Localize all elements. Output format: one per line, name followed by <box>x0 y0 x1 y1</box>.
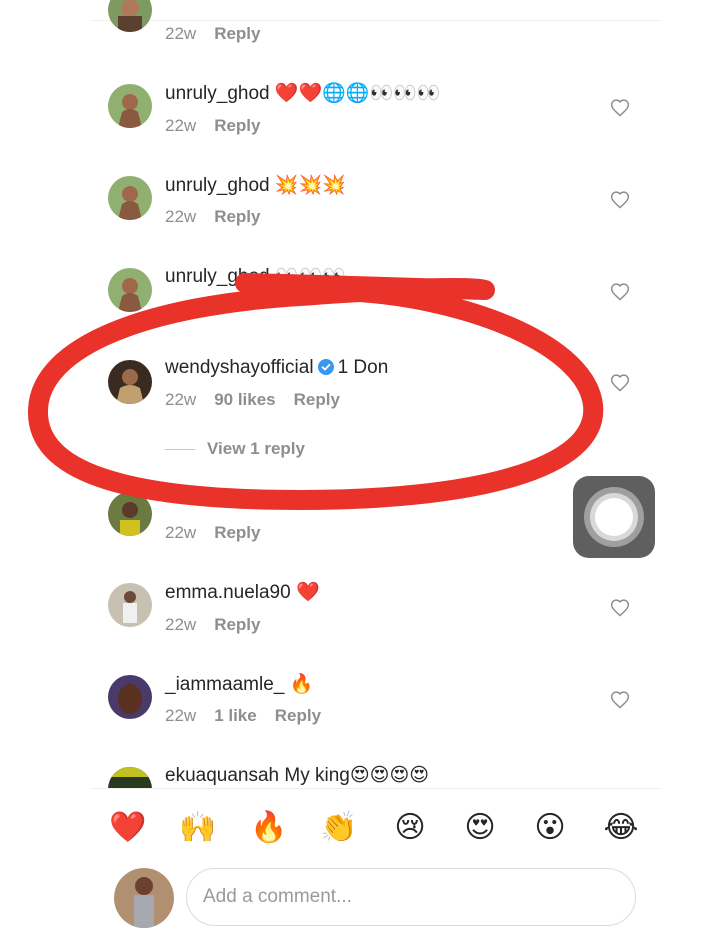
emoji-raised-hands-button[interactable]: 🙌 <box>178 808 218 848</box>
replies-divider <box>165 449 195 451</box>
assistive-touch-core <box>595 498 633 536</box>
reply-button[interactable]: Reply <box>294 390 340 409</box>
avatar-image <box>108 360 152 404</box>
reply-button[interactable]: Reply <box>214 615 260 634</box>
reply-button[interactable]: Reply <box>275 706 321 725</box>
avatar[interactable] <box>108 583 152 627</box>
bottom-divider <box>90 788 660 789</box>
heart-outline-icon[interactable] <box>610 690 630 710</box>
avatar[interactable] <box>108 675 152 719</box>
avatar[interactable] <box>108 492 152 536</box>
heart-outline-icon[interactable] <box>610 282 630 302</box>
comment-body: 💥💥💥 <box>274 175 346 196</box>
emoji-heart-eyes-button[interactable]: 😍 <box>460 808 500 848</box>
comment-body: 👀👀👀 <box>274 266 346 287</box>
comment-username[interactable]: unruly_ghod <box>165 266 270 287</box>
likes-count[interactable]: 90 likes <box>214 390 275 409</box>
comment-composer-panel: ❤️ 🙌 🔥 👏 😢 😍 😮 😂 <box>0 788 720 939</box>
comment-meta: 22w Reply <box>165 115 278 137</box>
emoji-crying-button[interactable]: 😢 <box>390 808 430 848</box>
comment-username[interactable]: emma.nuela90 <box>165 582 291 603</box>
heart-outline-icon[interactable] <box>610 190 630 210</box>
comment-text-line: unruly_ghod ❤️❤️🌐🌐👀👀👀 <box>165 82 440 106</box>
reply-button[interactable]: Reply <box>214 207 260 226</box>
comment-username[interactable]: _iammaamle_ <box>165 674 284 695</box>
comment-body: 🔥 <box>289 674 314 695</box>
heart-outline-icon[interactable] <box>610 373 630 393</box>
likes-count[interactable]: 1 like <box>214 706 257 725</box>
current-user-avatar <box>114 868 174 928</box>
reply-button[interactable]: Reply <box>214 523 260 542</box>
comment-age: 22w <box>165 116 197 135</box>
emoji-fire-button[interactable]: 🔥 <box>249 808 289 848</box>
comment-meta: 22w 90 likes Reply <box>165 389 358 411</box>
heart-outline-icon[interactable] <box>610 98 630 118</box>
comment-age: 22w <box>165 390 197 409</box>
comment-age: 22w <box>165 207 197 226</box>
avatar[interactable] <box>108 268 152 312</box>
add-comment-input[interactable] <box>186 868 636 926</box>
assistive-touch-icon[interactable] <box>573 476 655 558</box>
comment-text-line: wendyshayofficial 1 Don <box>165 356 388 380</box>
quick-emoji-bar: ❤️ 🙌 🔥 👏 😢 😍 😮 😂 <box>108 808 648 848</box>
avatar[interactable] <box>108 84 152 128</box>
avatar[interactable] <box>108 360 152 404</box>
avatar-image <box>108 583 152 627</box>
verified-badge-icon <box>317 359 334 375</box>
current-user-avatar-image <box>114 868 174 928</box>
emoji-laughing-button[interactable]: 😂 <box>601 808 641 848</box>
view-replies-label: View 1 reply <box>207 439 305 458</box>
comment-username[interactable]: ekuaquansah <box>165 765 279 786</box>
emoji-clap-button[interactable]: 👏 <box>319 808 359 848</box>
comment-age: 22w <box>165 523 197 542</box>
comment-age: 22w <box>165 706 197 725</box>
avatar-image <box>108 492 152 536</box>
comment-meta: 22w Reply <box>165 522 278 544</box>
avatar-image <box>108 176 152 220</box>
comment-meta: 22w 1 like Reply <box>165 705 339 727</box>
comment-username[interactable]: unruly_ghod <box>165 175 270 196</box>
avatar-image <box>108 675 152 719</box>
avatar-image <box>108 268 152 312</box>
emoji-surprised-button[interactable]: 😮 <box>530 808 570 848</box>
comment-text-line: _iammaamle_ 🔥 <box>165 673 313 697</box>
comment-meta: 22w Reply <box>165 206 278 228</box>
comment-body: My king😍😍😍😍 <box>284 765 430 786</box>
comment-username[interactable]: unruly_ghod <box>165 83 270 104</box>
emoji-heart-button[interactable]: ❤️ <box>108 808 148 848</box>
comment-text-line: ekuaquansah My king😍😍😍😍 <box>165 764 429 788</box>
comment-age: 22w <box>165 615 197 634</box>
comment-username[interactable]: wendyshayofficial <box>165 357 314 378</box>
comment-body: ❤️ <box>295 582 320 603</box>
reply-button[interactable]: Reply <box>214 116 260 135</box>
avatar-image <box>108 84 152 128</box>
comment-text-line: unruly_ghod 💥💥💥 <box>165 174 346 198</box>
comment-item: ekuaquansah My king😍😍😍😍 <box>0 0 720 811</box>
view-replies-button[interactable]: View 1 reply <box>165 438 305 460</box>
comment-text-line: unruly_ghod 👀👀👀 <box>165 265 346 289</box>
comment-body: 1 Don <box>337 357 389 378</box>
comment-body: ❤️❤️🌐🌐👀👀👀 <box>274 83 441 104</box>
avatar[interactable] <box>108 176 152 220</box>
comment-meta: 22w Reply <box>165 614 278 636</box>
heart-outline-icon[interactable] <box>610 598 630 618</box>
comment-text-line: emma.nuela90 ❤️ <box>165 581 320 605</box>
